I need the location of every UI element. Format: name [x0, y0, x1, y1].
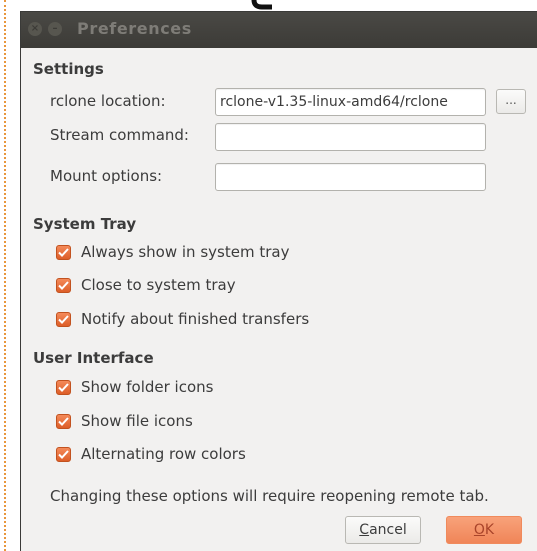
checkbox-label: Alternating row colors — [81, 445, 246, 463]
checkbox-checked[interactable] — [56, 379, 71, 395]
window-title: Preferences — [77, 19, 192, 38]
stream-command-input[interactable] — [215, 123, 486, 151]
checkbox-label: Show folder icons — [81, 378, 214, 396]
title-bar[interactable]: × – Preferences — [21, 12, 537, 48]
check-icon — [58, 449, 69, 459]
checkbox-label: Notify about finished transfers — [81, 310, 310, 328]
check-icon — [58, 280, 69, 290]
checkbox-checked[interactable] — [56, 311, 71, 327]
cropped-glyph-fragment — [250, 0, 278, 10]
ok-mnemonic: O — [473, 522, 485, 538]
reopen-tab-note: Changing these options will require reop… — [50, 487, 489, 505]
dotted-border-decoration — [4, 0, 6, 551]
cancel-label: ancel — [369, 522, 407, 538]
rclone-location-input[interactable] — [215, 88, 486, 116]
cancel-mnemonic: C — [359, 522, 370, 538]
notify-transfers-checkbox[interactable]: Notify about finished transfers — [56, 308, 309, 330]
check-icon — [58, 314, 69, 324]
checkbox-label: Close to system tray — [81, 276, 236, 294]
user-interface-header: User Interface — [33, 349, 154, 367]
screenshot-canvas: × – Preferences Settings rclone location… — [0, 0, 537, 551]
window-close-button[interactable]: × — [28, 22, 42, 36]
check-icon — [58, 416, 69, 426]
settings-header: Settings — [33, 60, 104, 78]
mount-options-input[interactable] — [215, 163, 486, 191]
minimize-icon: – — [52, 23, 58, 34]
close-icon: × — [30, 23, 40, 34]
browse-button[interactable]: ... — [496, 89, 526, 114]
checkbox-label: Always show in system tray — [81, 243, 290, 261]
rclone-location-label: rclone location: — [50, 92, 166, 110]
mount-options-label: Mount options: — [50, 167, 163, 185]
checkbox-checked[interactable] — [56, 413, 71, 429]
cancel-button[interactable]: Cancel — [345, 516, 421, 544]
check-icon — [58, 382, 69, 392]
checkbox-checked[interactable] — [56, 244, 71, 260]
check-icon — [58, 247, 69, 257]
window-minimize-button[interactable]: – — [48, 22, 62, 36]
close-to-tray-checkbox[interactable]: Close to system tray — [56, 274, 236, 296]
always-show-tray-checkbox[interactable]: Always show in system tray — [56, 241, 289, 263]
show-folder-icons-checkbox[interactable]: Show folder icons — [56, 376, 213, 398]
checkbox-checked[interactable] — [56, 446, 71, 462]
checkbox-checked[interactable] — [56, 277, 71, 293]
system-tray-header: System Tray — [33, 215, 137, 233]
show-file-icons-checkbox[interactable]: Show file icons — [56, 410, 193, 432]
stream-command-label: Stream command: — [50, 126, 189, 144]
ok-label: K — [484, 522, 495, 538]
alternating-rows-checkbox[interactable]: Alternating row colors — [56, 443, 246, 465]
ok-button[interactable]: OK — [446, 516, 522, 544]
preferences-dialog: × – Preferences Settings rclone location… — [20, 11, 537, 551]
checkbox-label: Show file icons — [81, 412, 193, 430]
